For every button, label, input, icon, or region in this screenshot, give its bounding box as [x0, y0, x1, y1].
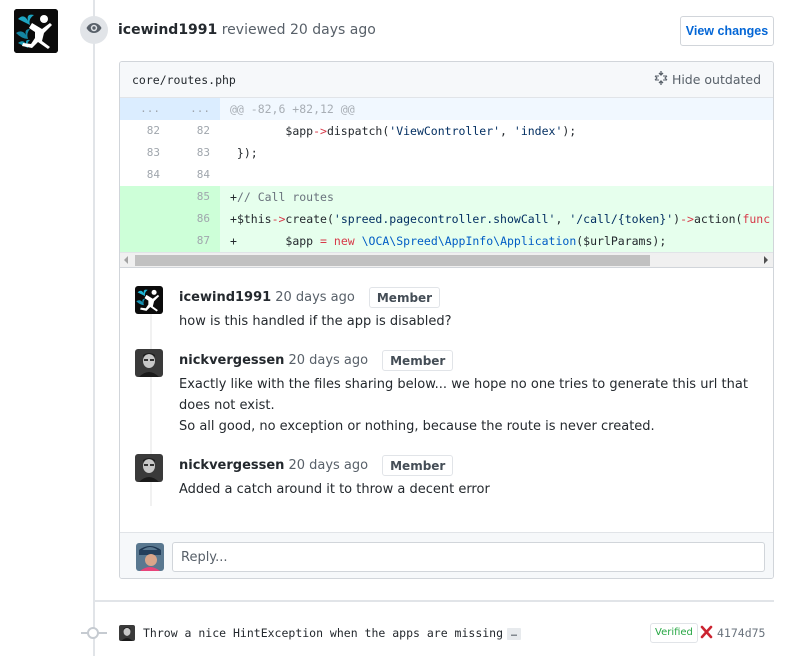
comment-text: how is this handled if the app is disabl…	[179, 314, 452, 329]
git-commit-icon	[87, 627, 99, 639]
comment-text: Added a catch around it to throw a decen…	[179, 482, 490, 497]
scroll-right-icon[interactable]	[764, 256, 768, 264]
diff-row: 83 83 });	[120, 142, 773, 164]
review-author[interactable]: icewind1991	[118, 22, 217, 38]
code-line: });	[230, 146, 258, 160]
comment-author[interactable]: nickvergessen	[179, 458, 284, 473]
fold-icon	[654, 71, 668, 88]
diff-row-addition: 85 +// Call routes	[120, 186, 773, 208]
timeline-line	[93, 0, 95, 656]
old-line-number[interactable]: 82	[120, 120, 170, 142]
comment: nickvergessen 20 days ago Member Exactly…	[135, 349, 758, 437]
view-changes-button[interactable]: View changes	[680, 16, 774, 46]
code-line: +$this->create('spreed.pagecontroller.sh…	[220, 208, 773, 230]
commit-message: Throw a nice HintException when the apps…	[143, 625, 522, 641]
diff-hunk-row: ... ... @@ -82,6 +82,12 @@	[120, 98, 773, 120]
expand-commit-button[interactable]: …	[507, 627, 522, 640]
code-line: $app->dispatch('ViewController', 'index'…	[285, 124, 577, 138]
old-line-number[interactable]: ...	[120, 98, 170, 120]
commit-sha[interactable]: 4174d75	[717, 625, 765, 641]
review-action: reviewed 20 days ago	[221, 22, 376, 38]
hide-outdated-label: Hide outdated	[671, 72, 761, 87]
review-thread-box: core/routes.php Hide outdated ... ... @@…	[119, 61, 774, 579]
diff-row-addition: 87 + $app = new \OCA\Spreed\AppInfo\Appl…	[120, 230, 773, 252]
scroll-left-icon[interactable]	[124, 256, 128, 264]
current-user-avatar	[136, 543, 164, 571]
comment: nickvergessen 20 days ago Member Added a…	[135, 454, 758, 500]
hide-outdated-button[interactable]: Hide outdated	[654, 71, 761, 88]
reply-input[interactable]	[172, 542, 765, 572]
reply-bar	[120, 532, 773, 578]
new-line-number[interactable]: ...	[170, 98, 220, 120]
comment-time[interactable]: 20 days ago	[275, 290, 355, 305]
commit-author-avatar[interactable]	[119, 625, 135, 641]
diff-row: 82 82 $app->dispatch('ViewController', '…	[120, 120, 773, 142]
diff-row-addition: 86 +$this->create('spreed.pagecontroller…	[120, 208, 773, 230]
old-line-number	[120, 208, 170, 230]
comment-time[interactable]: 20 days ago	[288, 353, 368, 368]
verified-badge[interactable]: Verified	[650, 623, 698, 643]
new-line-number[interactable]: 86	[170, 208, 220, 230]
new-line-number[interactable]: 85	[170, 186, 220, 208]
diff-table: ... ... @@ -82,6 +82,12 @@ 82 82 $app->d…	[120, 98, 773, 268]
file-header: core/routes.php Hide outdated	[120, 62, 773, 98]
diff-row: 84 84	[120, 164, 773, 186]
new-line-number[interactable]: 84	[170, 164, 220, 186]
member-badge: Member	[382, 349, 454, 371]
comment-thread: icewind1991 20 days ago Member how is th…	[120, 286, 773, 506]
review-header: icewind1991 reviewed 20 days ago	[118, 22, 376, 38]
comment-author[interactable]: nickvergessen	[179, 353, 284, 368]
hunk-header: @@ -82,6 +82,12 @@	[220, 98, 773, 120]
comment-avatar[interactable]	[135, 454, 163, 482]
old-line-number	[120, 230, 170, 252]
file-path[interactable]: core/routes.php	[132, 73, 236, 87]
new-line-number[interactable]: 83	[170, 142, 220, 164]
new-line-number[interactable]: 82	[170, 120, 220, 142]
horizontal-scrollbar[interactable]	[120, 252, 773, 268]
old-line-number	[120, 186, 170, 208]
new-line-number[interactable]: 87	[170, 230, 220, 252]
code-line: +// Call routes	[220, 186, 773, 208]
old-line-number[interactable]: 83	[120, 142, 170, 164]
review-badge	[80, 16, 108, 44]
comment-time[interactable]: 20 days ago	[288, 458, 368, 473]
eye-icon	[86, 22, 102, 38]
comment-text: Exactly like with the files sharing belo…	[179, 377, 748, 434]
comment-avatar[interactable]	[135, 286, 163, 314]
commit-message-link[interactable]: Throw a nice HintException when the apps…	[143, 626, 503, 640]
reviewer-avatar[interactable]	[14, 9, 58, 53]
code-line: + $app = new \OCA\Spreed\AppInfo\Applica…	[220, 230, 773, 252]
timeline-divider	[95, 600, 774, 602]
scrollbar-thumb[interactable]	[135, 255, 650, 266]
x-icon[interactable]	[700, 624, 713, 640]
old-line-number[interactable]: 84	[120, 164, 170, 186]
comment-avatar[interactable]	[135, 349, 163, 377]
member-badge: Member	[382, 454, 454, 476]
comment: icewind1991 20 days ago Member how is th…	[135, 286, 758, 332]
member-badge: Member	[368, 286, 441, 308]
comment-author[interactable]: icewind1991	[179, 290, 271, 305]
